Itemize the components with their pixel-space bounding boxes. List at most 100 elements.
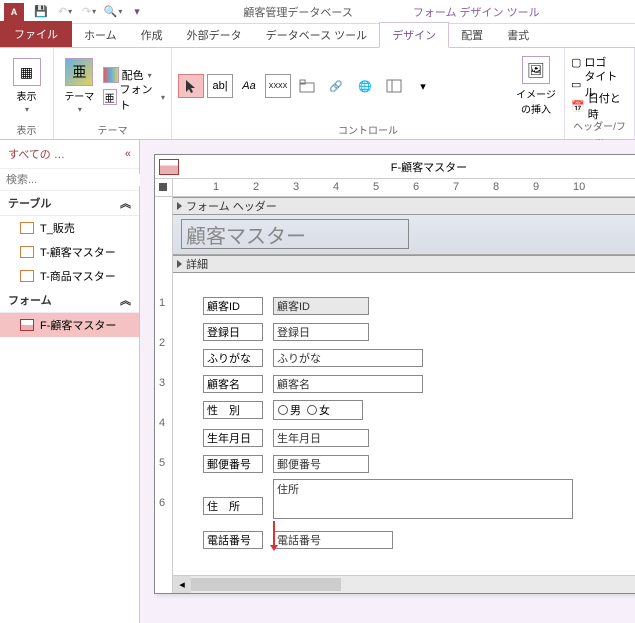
label-gender[interactable]: 性 別 xyxy=(203,401,263,419)
tab-format[interactable]: 書式 xyxy=(495,23,541,47)
nav-item-table[interactable]: T_販売 xyxy=(0,216,139,240)
preview-icon[interactable]: 🔍▾ xyxy=(102,1,124,23)
control-button[interactable]: XXXX xyxy=(265,74,291,98)
form-header-body[interactable]: 顧客マスター xyxy=(173,215,635,255)
form-canvas[interactable]: フォーム ヘッダー 顧客マスター 詳細 顧客ID 顧客ID 登録日 登録日 ふり… xyxy=(173,197,635,575)
undo-icon[interactable]: ↶▾ xyxy=(54,1,76,23)
qat-customize-icon[interactable]: ▾ xyxy=(126,1,148,23)
collapse-icon: ︽ xyxy=(120,292,131,308)
label-customer-id[interactable]: 顧客ID xyxy=(203,297,263,315)
control-label[interactable]: Aa xyxy=(236,74,262,98)
quick-access-toolbar: 💾 ↶▾ ↷▾ 🔍▾ ▾ xyxy=(30,1,148,23)
ribbon: ▦ 表示 ▾ 表示 亜 テーマ ▾ 配色▾ 亜フォント▾ テーマ ab| Aa … xyxy=(0,48,635,140)
colors-icon xyxy=(103,67,119,83)
control-webbrowser[interactable]: 🌐 xyxy=(352,74,378,98)
tab-external-data[interactable]: 外部データ xyxy=(175,23,254,47)
fonts-button[interactable]: 亜フォント▾ xyxy=(103,87,165,107)
label-phone[interactable]: 電話番号 xyxy=(203,531,263,549)
form-detail-body[interactable]: 顧客ID 顧客ID 登録日 登録日 ふりがな ふりがな 顧客名 顧客名 性 別 … xyxy=(173,273,635,573)
form-window: F-顧客マスター — ☐ ✕ 12345678910 123456 フォーム ヘ… xyxy=(154,154,635,594)
vertical-ruler[interactable]: 123456 xyxy=(155,197,173,593)
form-window-titlebar: F-顧客マスター — ☐ ✕ xyxy=(155,155,635,179)
label-zip[interactable]: 郵便番号 xyxy=(203,455,263,473)
horizontal-scrollbar[interactable]: ◂ ▸ xyxy=(173,575,635,593)
field-address[interactable]: 住所 xyxy=(273,479,573,519)
radio-male[interactable]: 男 xyxy=(278,402,301,418)
title-bar: A 💾 ↶▾ ↷▾ 🔍▾ ▾ 顧客管理データベース フォーム デザイン ツール xyxy=(0,0,635,24)
themes-button[interactable]: 亜 テーマ ▾ xyxy=(60,54,99,118)
group-label-controls: コントロール xyxy=(178,120,558,137)
themes-icon: 亜 xyxy=(65,58,93,86)
contextual-tool-title: フォーム デザイン ツール xyxy=(413,4,540,20)
nav-search: 🔍 xyxy=(0,169,139,191)
label-address[interactable]: 住 所 xyxy=(203,497,263,515)
control-textbox[interactable]: ab| xyxy=(207,74,233,98)
field-birthdate[interactable]: 生年月日 xyxy=(273,429,369,447)
form-title-label[interactable]: 顧客マスター xyxy=(181,219,409,249)
form-icon xyxy=(20,319,34,331)
database-title: 顧客管理データベース xyxy=(243,4,352,20)
tab-database-tools[interactable]: データベース ツール xyxy=(254,23,380,47)
chevron-left-icon[interactable]: « xyxy=(125,148,131,160)
ribbon-tabs: ファイル ホーム 作成 外部データ データベース ツール デザイン 配置 書式 xyxy=(0,24,635,48)
tab-create[interactable]: 作成 xyxy=(129,23,175,47)
section-arrow-icon xyxy=(177,260,182,268)
tab-home[interactable]: ホーム xyxy=(72,23,129,47)
title-icon: ▭ xyxy=(571,78,581,91)
nav-group-tables[interactable]: テーブル︽ xyxy=(0,191,139,216)
main-area: すべての …« 🔍 テーブル︽ T_販売 T-顧客マスター T-商品マスター フ… xyxy=(0,140,635,623)
section-form-header[interactable]: フォーム ヘッダー xyxy=(173,197,635,215)
section-detail[interactable]: 詳細 xyxy=(173,255,635,273)
field-customer-name[interactable]: 顧客名 xyxy=(273,375,423,393)
logo-icon: ▢ xyxy=(571,56,581,69)
datetime-icon: 📅 xyxy=(571,100,585,113)
field-reg-date[interactable]: 登録日 xyxy=(273,323,369,341)
redo-icon[interactable]: ↷▾ xyxy=(78,1,100,23)
app-icon: A xyxy=(4,3,24,21)
nav-header[interactable]: すべての …« xyxy=(0,140,139,169)
nav-item-table[interactable]: T-顧客マスター xyxy=(0,240,139,264)
control-hyperlink[interactable]: 🔗 xyxy=(323,74,349,98)
label-reg-date[interactable]: 登録日 xyxy=(203,323,263,341)
tab-design[interactable]: デザイン xyxy=(379,22,449,48)
control-tab[interactable] xyxy=(294,74,320,98)
form-icon xyxy=(159,159,179,175)
view-icon: ▦ xyxy=(13,58,41,86)
controls-more[interactable]: ▾ xyxy=(410,74,436,98)
nav-item-form[interactable]: F-顧客マスター xyxy=(0,313,139,337)
form-window-title: F-顧客マスター xyxy=(179,159,635,175)
radio-female[interactable]: 女 xyxy=(307,402,330,418)
field-customer-id[interactable]: 顧客ID xyxy=(273,297,369,315)
scrollbar-thumb[interactable] xyxy=(191,578,341,591)
search-input[interactable] xyxy=(6,174,148,186)
nav-group-forms[interactable]: フォーム︽ xyxy=(0,288,139,313)
field-kana[interactable]: ふりがな xyxy=(273,349,423,367)
control-select[interactable] xyxy=(178,74,204,98)
nav-item-table[interactable]: T-商品マスター xyxy=(0,264,139,288)
tab-arrange[interactable]: 配置 xyxy=(449,23,495,47)
table-icon xyxy=(20,270,34,282)
horizontal-ruler[interactable]: 12345678910 xyxy=(173,179,635,197)
navigation-pane: すべての …« 🔍 テーブル︽ T_販売 T-顧客マスター T-商品マスター フ… xyxy=(0,140,140,623)
label-birthdate[interactable]: 生年月日 xyxy=(203,429,263,447)
collapse-icon: ︽ xyxy=(120,195,131,211)
field-gender-group[interactable]: 男 女 xyxy=(273,400,363,420)
label-kana[interactable]: ふりがな xyxy=(203,349,263,367)
image-icon: 🖼 xyxy=(522,56,550,84)
tab-file[interactable]: ファイル xyxy=(0,21,72,47)
form-design-surface[interactable]: 12345678910 123456 フォーム ヘッダー 顧客マスター 詳細 顧… xyxy=(155,179,635,593)
datetime-button[interactable]: 📅日付と時 xyxy=(571,96,628,116)
field-zip[interactable]: 郵便番号 xyxy=(273,455,369,473)
insert-image-button[interactable]: 🖼 イメージの挿入 xyxy=(514,54,558,118)
design-workspace: F-顧客マスター — ☐ ✕ 12345678910 123456 フォーム ヘ… xyxy=(140,140,635,623)
save-icon[interactable]: 💾 xyxy=(30,1,52,23)
scroll-left-button[interactable]: ◂ xyxy=(173,576,191,593)
view-button[interactable]: ▦ 表示 ▾ xyxy=(6,54,47,118)
section-arrow-icon xyxy=(177,202,182,210)
annotation-arrow-down xyxy=(273,521,275,545)
field-phone[interactable]: 電話番号 xyxy=(273,531,393,549)
label-customer-name[interactable]: 顧客名 xyxy=(203,375,263,393)
table-icon xyxy=(20,222,34,234)
control-navigation[interactable] xyxy=(381,74,407,98)
ruler-corner[interactable] xyxy=(155,179,173,197)
